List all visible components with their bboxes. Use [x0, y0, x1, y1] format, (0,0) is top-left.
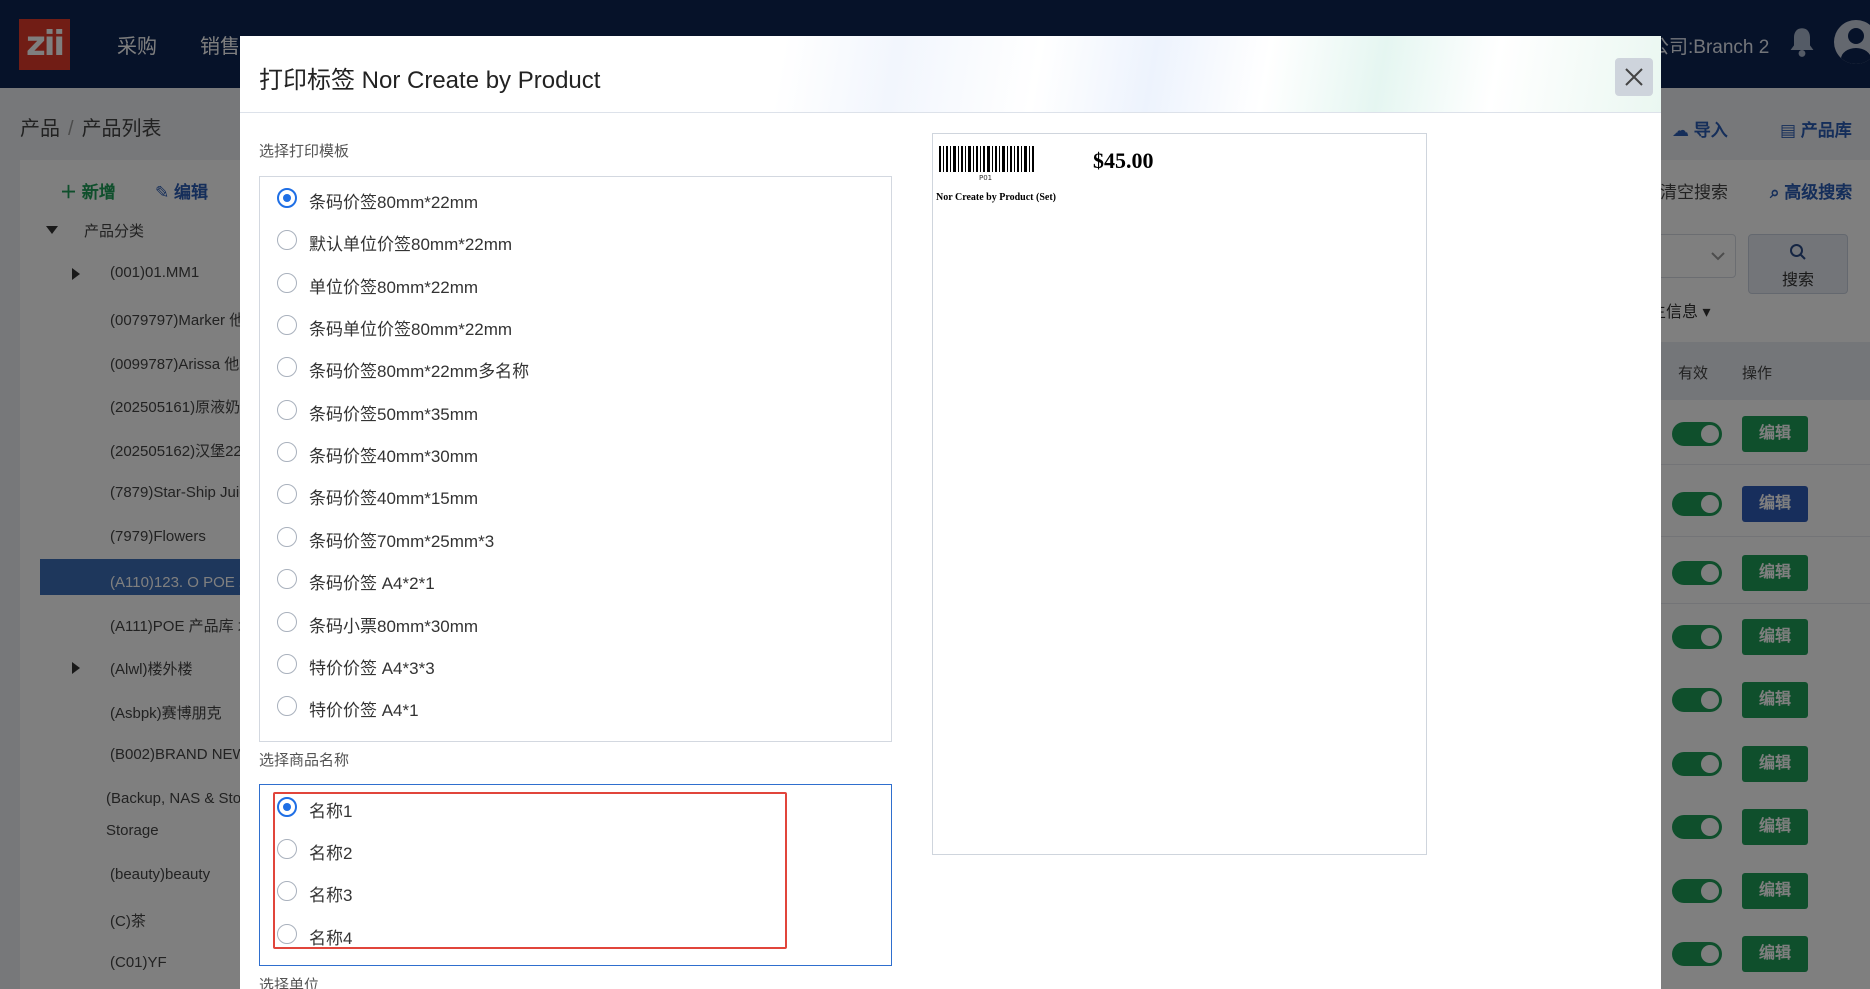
- radio-button[interactable]: [277, 273, 297, 293]
- label-preview: P01 $45.00 Nor Create by Product (Set): [932, 133, 1427, 855]
- radio-button[interactable]: [277, 654, 297, 674]
- radio-button[interactable]: [277, 400, 297, 420]
- barcode-number: P01: [979, 174, 993, 182]
- radio-button[interactable]: [277, 527, 297, 547]
- radio-button[interactable]: [277, 569, 297, 589]
- template-section-label: 选择打印模板: [259, 143, 350, 160]
- radio-button[interactable]: [277, 442, 297, 462]
- name-section-label: 选择商品名称: [259, 752, 350, 769]
- radio-button[interactable]: [277, 315, 297, 335]
- close-button[interactable]: [1615, 58, 1653, 96]
- radio-button[interactable]: [277, 357, 297, 377]
- print-label-dialog: 打印标签 Nor Create by Product 选择打印模板 条码价签80…: [240, 36, 1661, 989]
- radio-button[interactable]: [277, 484, 297, 504]
- radio-button[interactable]: [277, 230, 297, 250]
- radio-button[interactable]: [277, 696, 297, 716]
- highlight-annotation: [273, 792, 787, 949]
- barcode-image: [939, 146, 1034, 172]
- unit-section-label: 选择单位: [259, 977, 320, 989]
- dialog-header: 打印标签 Nor Create by Product: [240, 36, 1661, 113]
- close-icon: [1625, 68, 1643, 86]
- preview-price: $45.00: [1093, 148, 1154, 173]
- preview-product-name: Nor Create by Product (Set): [936, 192, 1056, 203]
- radio-button-selected[interactable]: [277, 188, 297, 208]
- radio-button[interactable]: [277, 612, 297, 632]
- dialog-title: 打印标签 Nor Create by Product: [259, 67, 601, 94]
